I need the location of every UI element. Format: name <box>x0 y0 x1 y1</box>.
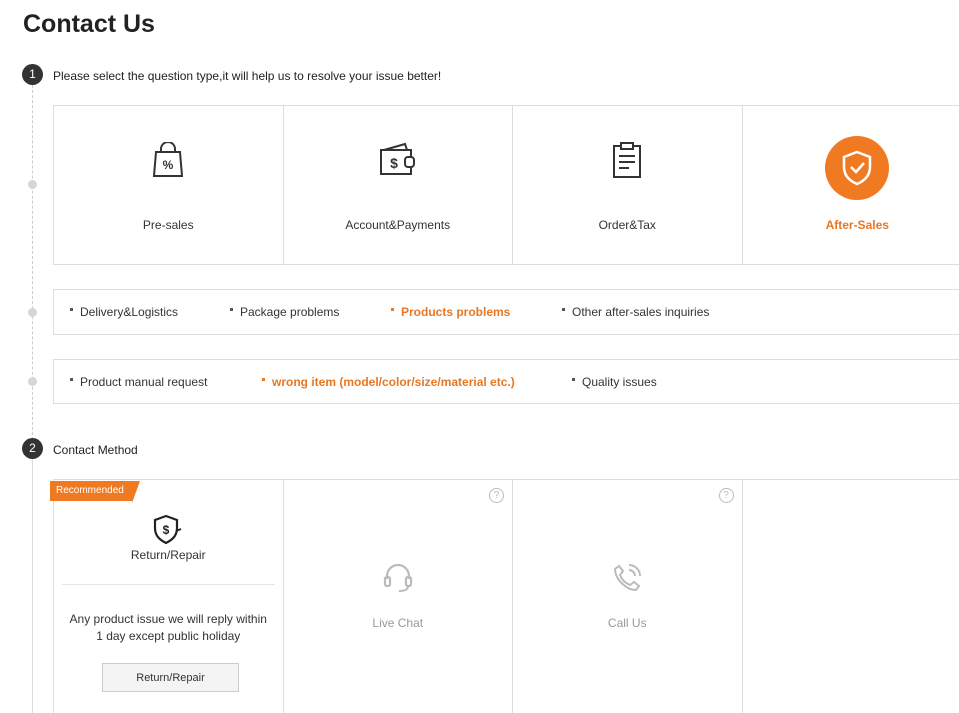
shield-check-icon <box>825 136 890 200</box>
subcategory-other-inquiries[interactable]: Other after-sales inquiries <box>562 305 709 319</box>
contact-methods: Recommended $ Return/Repair Any product … <box>50 479 959 713</box>
method-return-repair: Recommended $ Return/Repair Any product … <box>50 480 284 713</box>
bullet <box>572 378 575 381</box>
step-1-number: 1 <box>22 64 43 85</box>
bullet <box>70 378 73 381</box>
recommended-badge: Recommended <box>50 481 140 503</box>
subcategory-delivery-logistics[interactable]: Delivery&Logistics <box>70 305 178 319</box>
clipboard-icon <box>607 140 647 180</box>
bullet <box>391 308 394 311</box>
headset-icon <box>382 562 414 599</box>
page-title: Contact Us <box>23 10 155 38</box>
category-pre-sales[interactable]: % Pre-sales <box>54 106 284 264</box>
method-live-chat[interactable]: ? Live Chat <box>284 480 513 713</box>
category-account-payments[interactable]: $ Account&Payments <box>284 106 513 264</box>
subcategory-label: Delivery&Logistics <box>80 305 179 319</box>
rail-dot <box>28 377 37 386</box>
subcategory-products-problems[interactable]: Products problems <box>391 305 510 319</box>
step-rail <box>32 80 33 450</box>
svg-text:%: % <box>163 158 174 172</box>
category-after-sales[interactable]: After-Sales <box>743 106 959 264</box>
issue-product-manual[interactable]: Product manual request <box>70 375 207 389</box>
issue-label: Product manual request <box>80 375 208 389</box>
product-issue-types: Product manual request wrong item (model… <box>53 359 959 404</box>
bullet <box>230 308 233 311</box>
subcategory-package-problems[interactable]: Package problems <box>230 305 339 319</box>
after-sales-subcategories: Delivery&Logistics Package problems Prod… <box>53 289 959 335</box>
bullet <box>262 378 265 381</box>
divider <box>62 584 275 585</box>
category-label: Order&Tax <box>598 218 656 232</box>
subcategory-label: Package problems <box>240 305 340 319</box>
step-2-number: 2 <box>22 438 43 459</box>
method-title: Live Chat <box>372 616 424 630</box>
step-rail <box>32 456 33 713</box>
bullet <box>562 308 565 311</box>
category-label: After-Sales <box>825 218 889 232</box>
phone-icon <box>611 562 643 599</box>
rail-dot <box>28 308 37 317</box>
subcategory-label: Other after-sales inquiries <box>572 305 710 319</box>
issue-label: Quality issues <box>582 375 657 389</box>
issue-quality[interactable]: Quality issues <box>572 375 657 389</box>
method-title: Return/Repair <box>130 548 206 562</box>
svg-text:$: $ <box>163 523 170 537</box>
help-icon[interactable]: ? <box>489 488 504 503</box>
shopping-bag-percent-icon: % <box>148 140 188 180</box>
method-empty-slot <box>743 480 959 713</box>
subcategory-label: Products problems <box>401 305 511 319</box>
rail-dot <box>28 180 37 189</box>
help-icon[interactable]: ? <box>718 488 734 503</box>
svg-text:$: $ <box>390 155 398 171</box>
shield-dollar-icon: $ <box>152 514 184 551</box>
step-1-text: Please select the question type,it will … <box>53 69 442 83</box>
question-type-selector: % Pre-sales $ Account&Payments Order&Tax… <box>53 105 959 265</box>
category-label: Pre-sales <box>142 218 194 232</box>
return-repair-button[interactable]: Return/Repair <box>102 663 239 692</box>
category-label: Account&Payments <box>345 218 451 232</box>
bullet <box>70 308 73 311</box>
method-title: Call Us <box>607 616 647 630</box>
method-description: Any product issue we will reply within 1… <box>69 612 267 643</box>
step-2-text: Contact Method <box>53 443 138 457</box>
issue-label: wrong item (model/color/size/material et… <box>272 375 515 389</box>
issue-wrong-item[interactable]: wrong item (model/color/size/material et… <box>262 375 515 389</box>
method-call-us[interactable]: ? Call Us <box>513 480 743 713</box>
wallet-dollar-icon: $ <box>378 140 418 180</box>
category-order-tax[interactable]: Order&Tax <box>513 106 743 264</box>
